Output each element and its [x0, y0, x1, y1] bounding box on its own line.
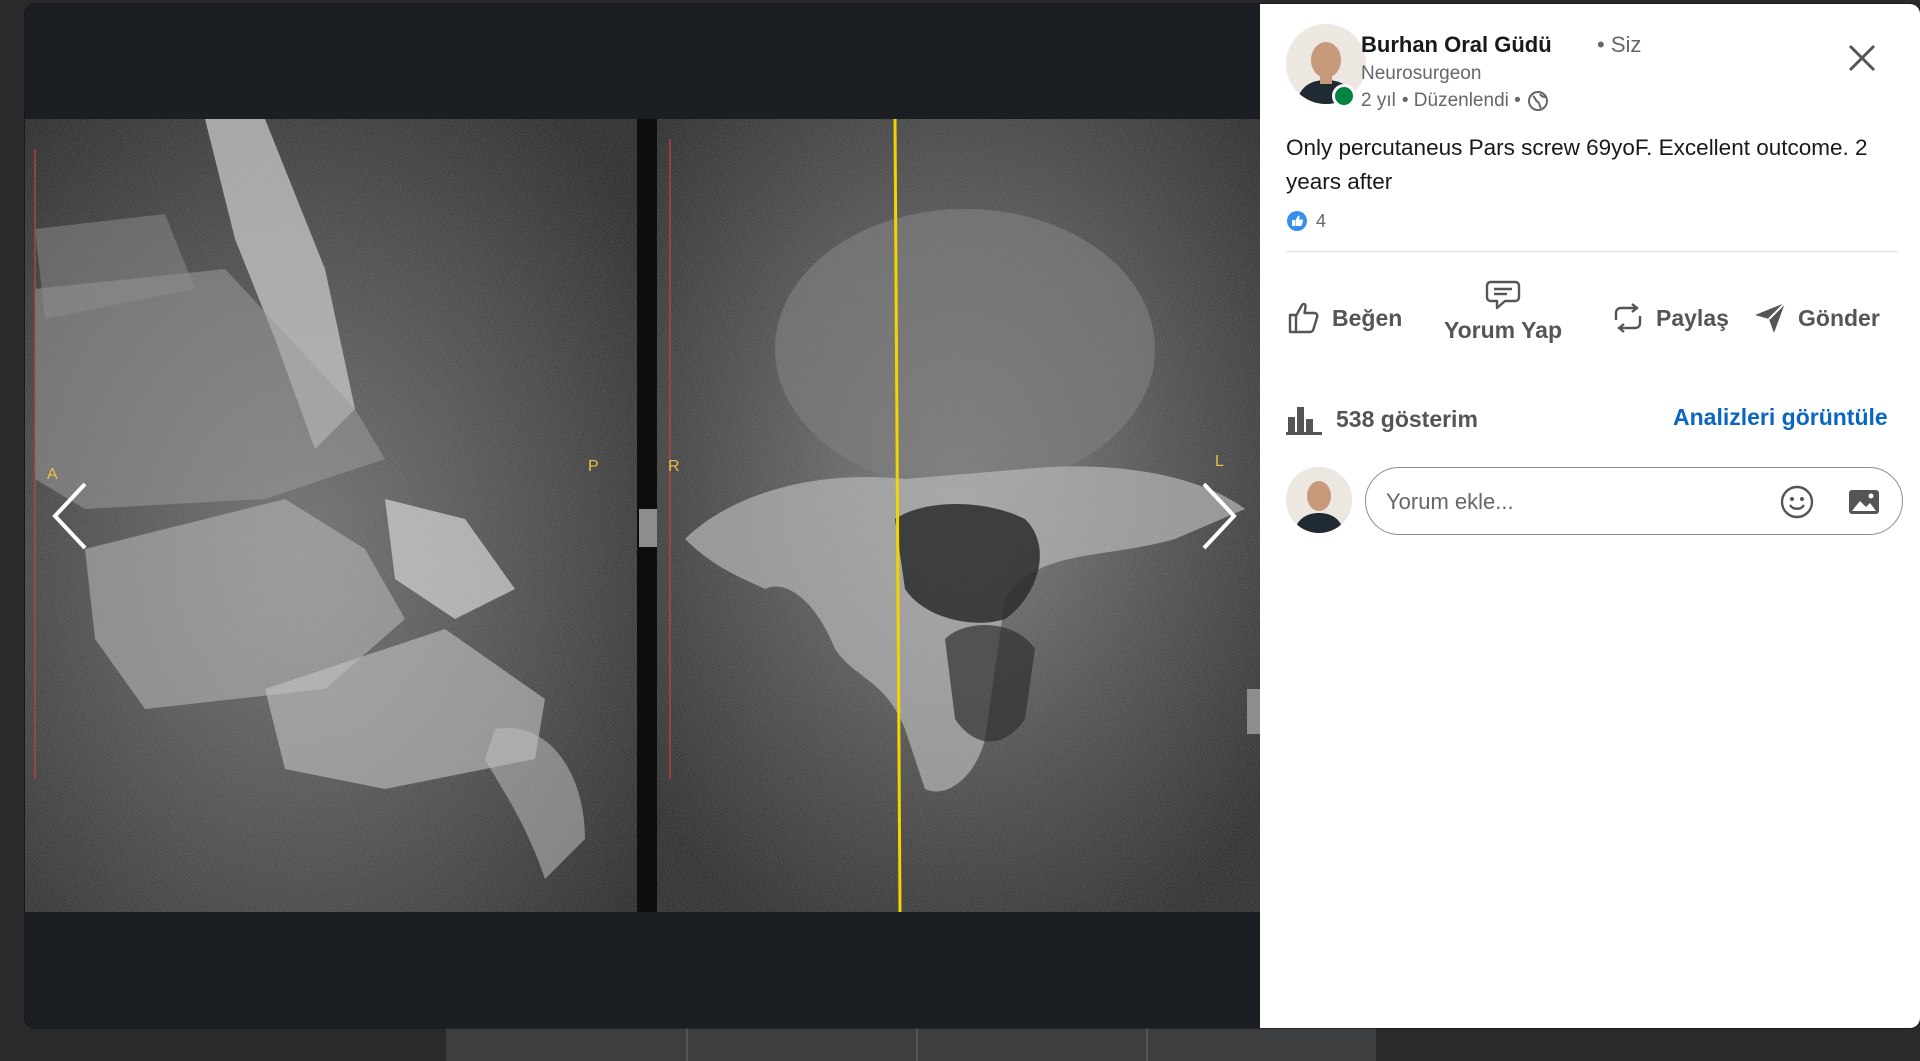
emoji-button[interactable]: [1779, 484, 1815, 520]
post-meta: 2 yıl • Düzenlendi •: [1361, 90, 1549, 112]
comment-input[interactable]: [1384, 468, 1768, 536]
reaction-like-icon: [1287, 211, 1307, 231]
repost-label: Paylaş: [1656, 304, 1729, 331]
reactions-summary[interactable]: 4: [1286, 210, 1326, 232]
like-button[interactable]: Beğen: [1286, 300, 1402, 336]
send-button[interactable]: Gönder: [1752, 300, 1880, 336]
send-icon: [1755, 302, 1786, 333]
author-you-badge: • Siz: [1597, 32, 1642, 57]
divider: [1286, 251, 1898, 252]
previous-image-button[interactable]: [47, 476, 97, 556]
close-icon: [1848, 44, 1876, 72]
current-user-avatar: [1286, 467, 1352, 533]
scan-label-p: P: [588, 458, 599, 475]
background-feed-image: [446, 1028, 1376, 1061]
post-image: A P R L: [25, 119, 1260, 912]
comment-icon: [1485, 280, 1521, 310]
like-icon: [1288, 302, 1319, 334]
like-label: Beğen: [1332, 304, 1403, 331]
comment-button[interactable]: Yorum Yap: [1444, 279, 1562, 344]
comment-box: [1365, 467, 1903, 536]
close-button[interactable]: [1844, 40, 1880, 76]
view-analytics-link[interactable]: Analizleri görüntüle: [1673, 404, 1888, 431]
scan-label-l: L: [1215, 453, 1224, 470]
repost-icon: [1614, 303, 1642, 333]
post-details-panel: Burhan Oral Güdü • Siz Neurosurgeon 2 yı…: [1260, 4, 1920, 1028]
post-body-text: Only percutaneus Pars screw 69yoF. Excel…: [1286, 135, 1868, 194]
post-age: 2 yıl: [1361, 90, 1396, 111]
scan-label-r: R: [668, 458, 680, 475]
author-headline: Neurosurgeon: [1361, 63, 1482, 84]
send-label: Gönder: [1798, 304, 1880, 331]
emoji-icon: [1780, 485, 1814, 519]
author-name[interactable]: Burhan Oral Güdü: [1361, 32, 1552, 58]
impressions-stat: 538 gösterim: [1286, 403, 1478, 435]
media-viewer: A P R L: [25, 4, 1260, 1028]
impressions-count: 538 gösterim: [1336, 405, 1478, 432]
repost-button[interactable]: Paylaş: [1610, 300, 1729, 336]
globe-icon: [1527, 91, 1548, 111]
chevron-left-icon: [52, 482, 87, 550]
post-edited-label: • Düzenlendi •: [1401, 90, 1521, 111]
reaction-count: 4: [1316, 210, 1327, 231]
post-media-modal: A P R L Burhan Oral Güdü • Siz Neurosurg…: [25, 4, 1920, 1028]
image-icon: [1849, 490, 1879, 514]
analytics-icon: [1286, 407, 1322, 435]
online-status-indicator: [1332, 84, 1356, 108]
chevron-right-icon: [1202, 482, 1237, 550]
add-image-button[interactable]: [1846, 484, 1882, 520]
comment-label: Yorum Yap: [1444, 317, 1563, 343]
next-image-button[interactable]: [1192, 476, 1242, 556]
